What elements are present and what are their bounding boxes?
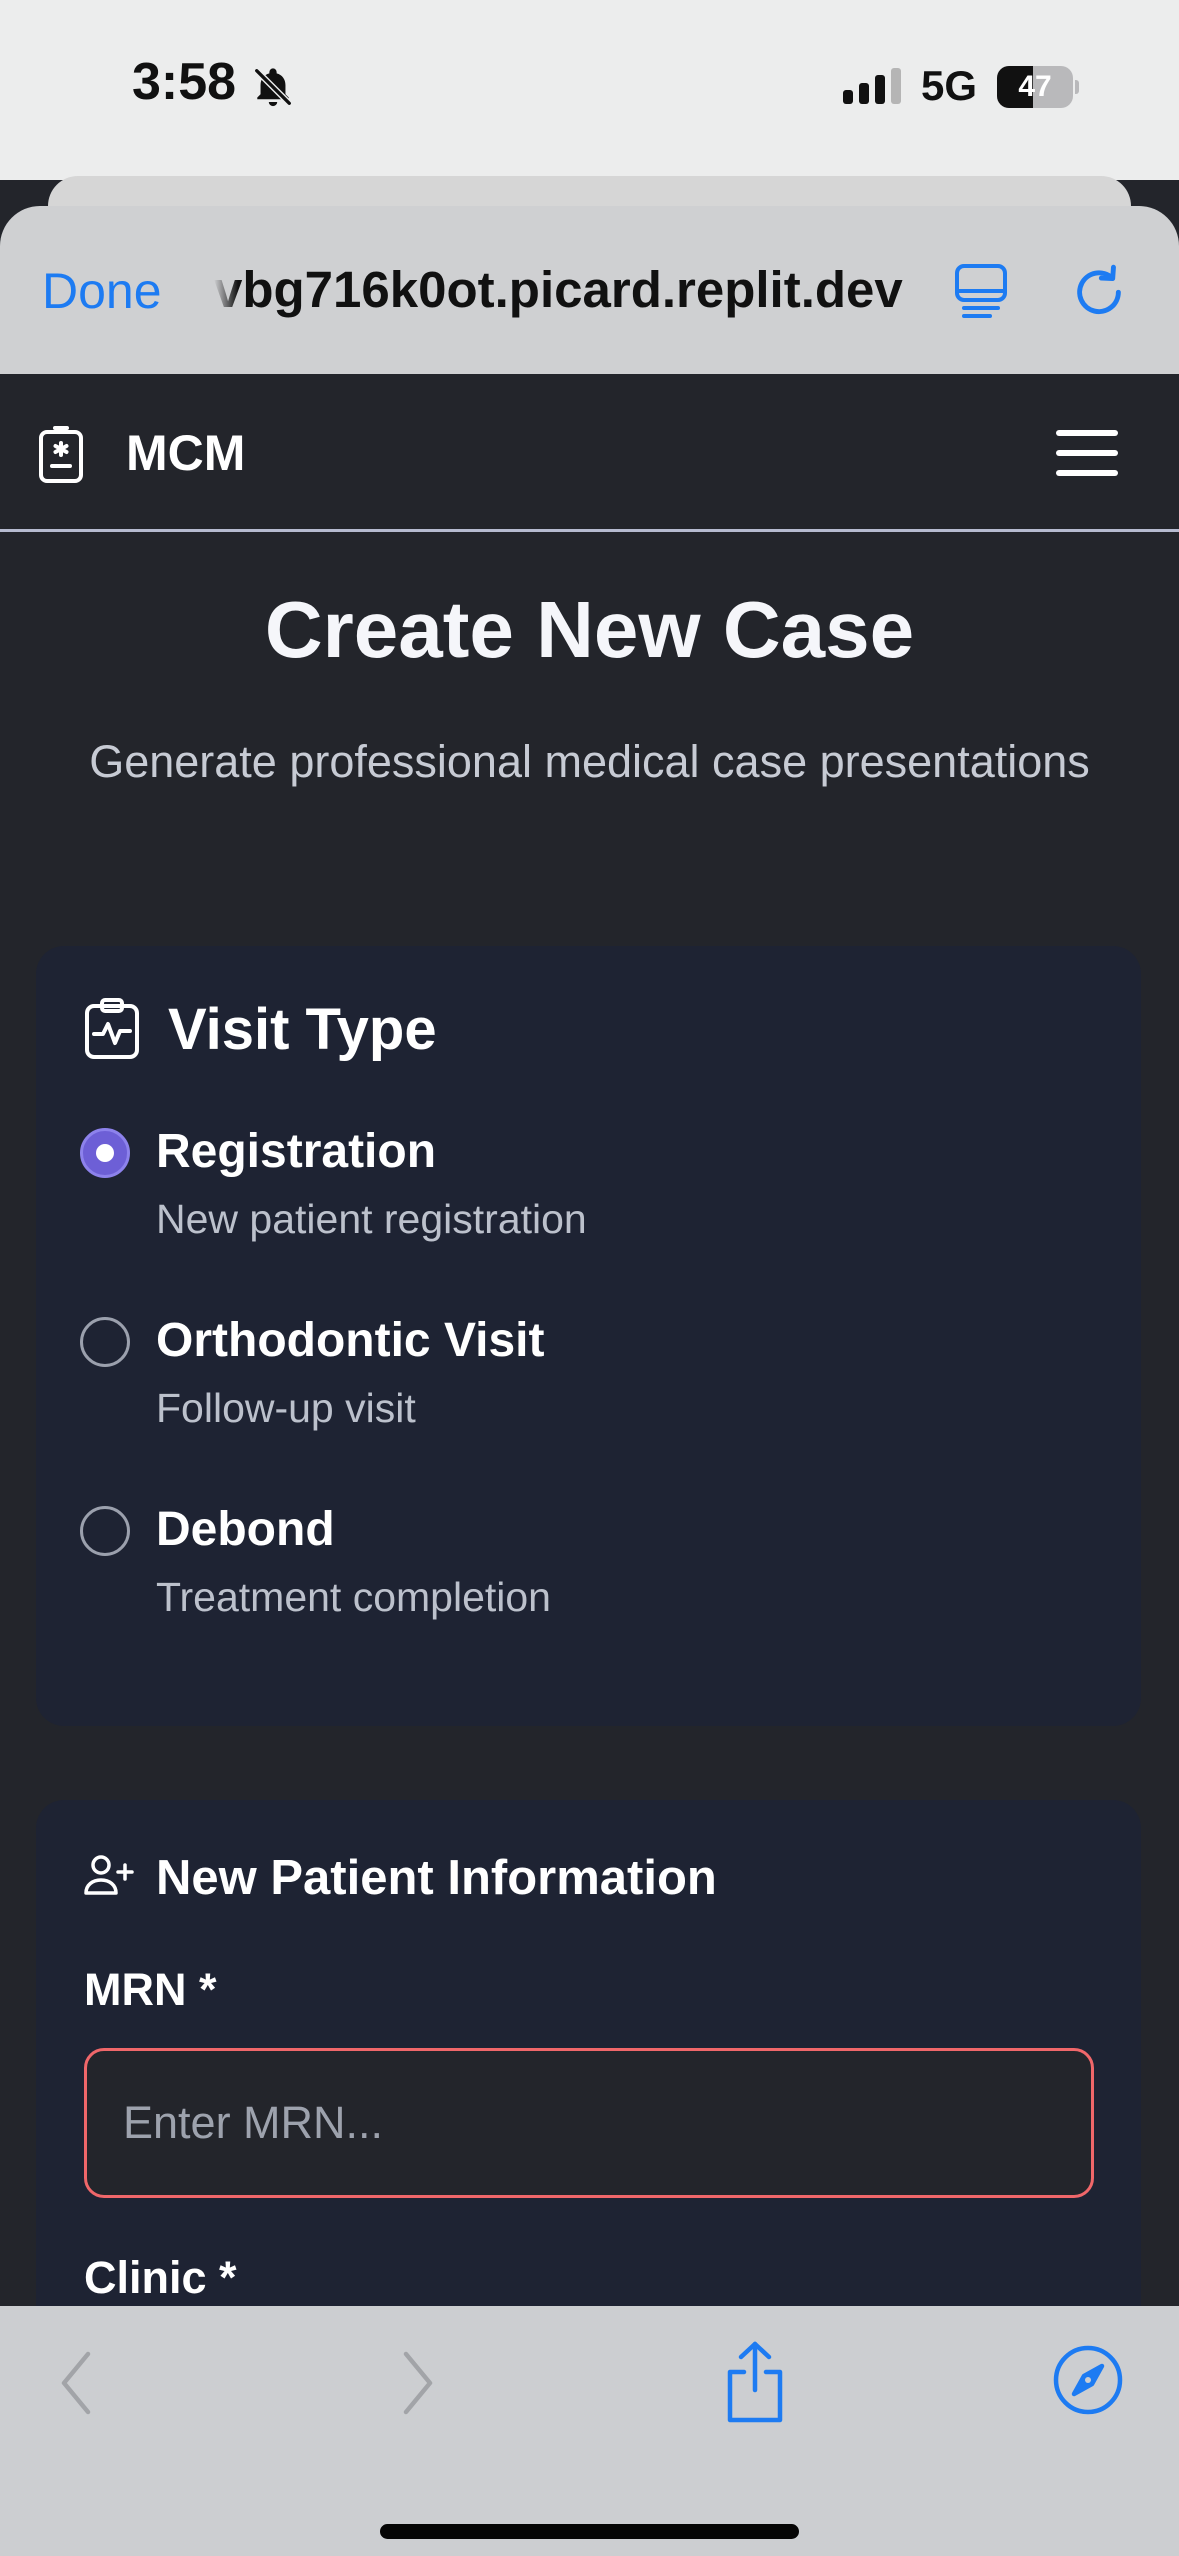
chevron-right-icon (403, 2351, 433, 2415)
page-title: Create New Case (264, 585, 915, 674)
option-label: Registration (156, 1125, 437, 1178)
chevron-left-icon (61, 2351, 91, 2415)
bell-slash-icon (250, 64, 296, 110)
mrn-label: MRN * (84, 1964, 217, 2015)
home-indicator (380, 2524, 799, 2539)
app-header: MCM (0, 374, 1179, 532)
reader-view-icon[interactable] (954, 263, 1008, 319)
visit-option-debond[interactable]: Debond Treatment completion (80, 1503, 1040, 1656)
user-plus-icon (84, 1854, 134, 1896)
medical-clipboard-icon (38, 426, 84, 484)
status-time: 3:58 (132, 53, 237, 111)
page-subtitle: Generate professional medical case prese… (89, 736, 1090, 787)
back-button[interactable] (56, 2348, 96, 2418)
patient-info-title: New Patient Information (156, 1851, 717, 1905)
app-brand[interactable]: MCM (126, 424, 245, 482)
compass-button[interactable] (1052, 2344, 1124, 2416)
share-icon (727, 2341, 783, 2423)
clipboard-pulse-icon (84, 998, 140, 1060)
mrn-input[interactable] (84, 2048, 1094, 2198)
option-description: New patient registration (156, 1196, 587, 1242)
reload-icon[interactable] (1068, 260, 1130, 322)
visit-type-card: Visit Type Registration New patient regi… (36, 946, 1141, 1726)
status-bar: 3:58 5G 47 (0, 0, 1179, 180)
forward-button[interactable] (398, 2348, 438, 2418)
hamburger-menu-icon (1056, 430, 1118, 476)
option-label: Orthodontic Visit (156, 1314, 545, 1367)
clinic-label: Clinic * (84, 2252, 237, 2303)
visit-option-registration[interactable]: Registration New patient registration (80, 1125, 1040, 1278)
browser-toolbar (0, 2306, 1179, 2556)
share-button[interactable] (720, 2340, 790, 2424)
done-button[interactable]: Done (42, 262, 162, 320)
visit-option-orthodontic[interactable]: Orthodontic Visit Follow-up visit (80, 1314, 1040, 1467)
hamburger-menu-button[interactable] (1054, 426, 1120, 480)
option-label: Debond (156, 1503, 335, 1556)
radio-registration[interactable] (80, 1128, 130, 1178)
visit-type-title: Visit Type (168, 997, 437, 1062)
cellular-signal-icon (843, 68, 903, 104)
network-type: 5G (921, 62, 978, 109)
url-address[interactable]: vbg716k0ot.picard.replit.dev (214, 260, 904, 324)
option-description: Follow-up visit (156, 1385, 416, 1431)
option-description: Treatment completion (156, 1574, 551, 1620)
radio-debond[interactable] (80, 1506, 130, 1556)
compass-icon (1053, 2345, 1123, 2415)
battery-percent: 47 (1018, 70, 1052, 103)
battery-icon: 47 (997, 66, 1079, 108)
radio-orthodontic[interactable] (80, 1317, 130, 1367)
